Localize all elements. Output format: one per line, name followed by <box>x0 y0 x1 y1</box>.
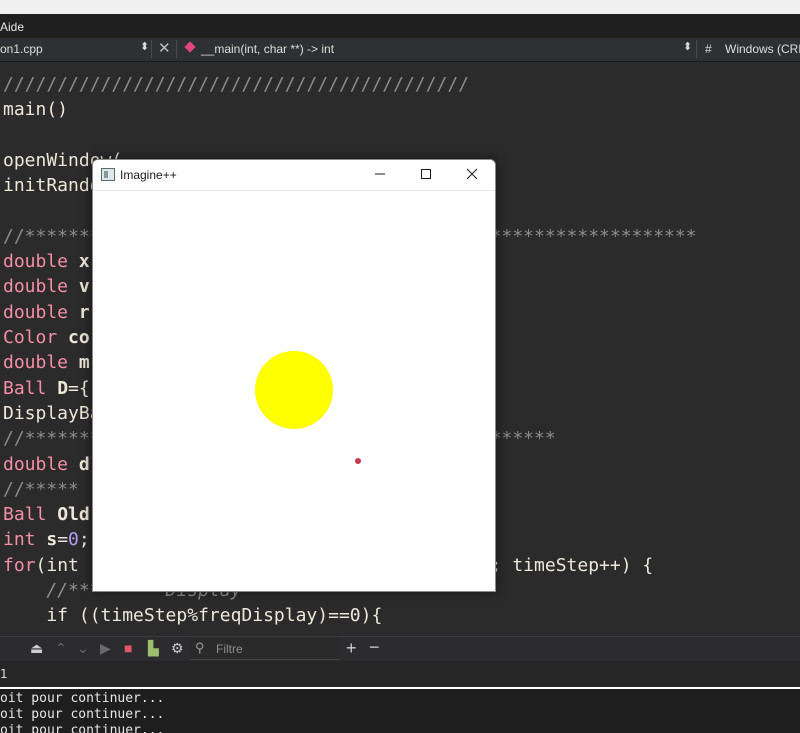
zoom-out-icon[interactable]: − <box>369 637 380 658</box>
code-line: ////////////////////////////////////////… <box>3 72 469 97</box>
code-token: DisplayBa <box>3 402 101 424</box>
code-line: //***** <box>3 477 79 502</box>
code-token: D <box>57 377 69 399</box>
file-selector-arrows-icon[interactable]: ⬍ <box>140 40 149 53</box>
code-token: = <box>57 529 69 551</box>
app-icon <box>101 168 115 181</box>
code-token: double <box>3 276 79 298</box>
code-token: double <box>3 251 79 273</box>
code-line: double x <box>3 249 90 274</box>
output-tab[interactable]: 1 <box>0 667 8 681</box>
code-line: Ball Old <box>3 502 90 527</box>
red-dot <box>355 458 361 464</box>
code-line: double d <box>3 452 90 477</box>
function-selector-arrows-icon[interactable]: ⬍ <box>683 40 692 53</box>
code-token: s <box>46 529 58 551</box>
code-line: double m <box>3 350 90 375</box>
stop-icon[interactable]: ■ <box>124 640 132 656</box>
chevron-up-icon[interactable]: ⌃ <box>55 640 67 657</box>
application-output: oit pour continuer... oit pour continuer.… <box>0 689 800 733</box>
output-line: oit pour continuer... <box>0 691 165 706</box>
run-icon[interactable]: ▶ <box>100 640 111 657</box>
filter-field[interactable]: ⚲ Filtre <box>190 638 340 660</box>
code-token: double <box>3 301 79 323</box>
code-token: 0 <box>68 529 79 551</box>
yellow-ball <box>255 351 333 429</box>
code-token: double <box>3 453 79 475</box>
code-token: Ball <box>3 504 58 526</box>
clean-icon[interactable]: ⏏ <box>30 640 43 657</box>
code-line: main() <box>3 97 68 122</box>
line-ending-selector[interactable]: Windows (CRL <box>725 42 800 56</box>
code-line: double v <box>3 274 90 299</box>
zoom-in-icon[interactable]: + <box>346 638 357 659</box>
output-line: oit pour continuer... <box>0 723 165 733</box>
minimize-icon <box>375 173 385 175</box>
search-icon: ⚲ <box>195 640 205 655</box>
code-line: if ((timeStep%freqDisplay)==0){ <box>3 603 382 628</box>
code-line: DisplayBa <box>3 401 101 426</box>
imagine-window[interactable]: Imagine++ <box>92 159 496 592</box>
code-token: r <box>78 301 90 323</box>
code-line: double r <box>3 300 90 325</box>
code-token: ={ <box>68 377 90 399</box>
function-symbol-icon <box>184 41 196 56</box>
filter-placeholder: Filtre <box>216 642 243 656</box>
menu-help[interactable]: Aide <box>0 20 24 34</box>
maximize-button[interactable] <box>403 160 449 190</box>
output-line: oit pour continuer... <box>0 707 165 722</box>
code-line: int s=0; <box>3 527 90 552</box>
drawing-canvas[interactable] <box>93 191 495 591</box>
code-token: //***** <box>3 478 79 500</box>
attach-icon[interactable]: ▙ <box>148 640 159 657</box>
maximize-icon <box>421 169 431 179</box>
minimize-button[interactable] <box>357 160 403 190</box>
code-token: int <box>3 529 47 551</box>
output-toolbar: ⏏ ⌃ ⌄ ▶ ■ ▙ ⚙ ⚲ Filtre + − <box>0 636 800 661</box>
code-token: x <box>78 251 90 273</box>
close-icon <box>466 168 478 180</box>
code-token: double <box>3 352 79 374</box>
code-token: v <box>78 276 90 298</box>
divider <box>696 40 697 58</box>
close-button[interactable] <box>449 160 495 190</box>
code-token: m <box>78 352 90 374</box>
top-strip <box>0 0 800 14</box>
divider <box>151 40 152 58</box>
code-token: co <box>68 327 90 348</box>
window-titlebar[interactable]: Imagine++ <box>93 160 495 191</box>
function-selector[interactable]: __main(int, char **) -> int <box>201 42 334 56</box>
hash-label: # <box>705 42 712 56</box>
editor-nav-bar: on1.cpp ⬍ ✕ __main(int, char **) -> int … <box>0 38 800 62</box>
code-token: ////////////////////////////////////////… <box>3 74 469 95</box>
window-title: Imagine++ <box>120 168 177 182</box>
output-tab-row: 1 <box>0 661 800 689</box>
gear-icon[interactable]: ⚙ <box>171 640 184 657</box>
code-line: Ball D={ <box>3 376 90 401</box>
code-token: Color <box>3 327 69 348</box>
code-token: Ball <box>3 377 58 399</box>
menu-bar: Aide <box>0 14 800 38</box>
code-token: ; <box>78 529 90 551</box>
code-token: main() <box>3 99 69 121</box>
divider <box>176 40 177 58</box>
code-token: if ((timeStep%freqDisplay)==0){ <box>3 605 383 627</box>
close-file-icon[interactable]: ✕ <box>158 39 171 57</box>
code-token: Old <box>57 504 90 526</box>
file-selector[interactable]: on1.cpp <box>0 42 43 56</box>
code-token: d <box>78 453 90 475</box>
code-line: Color co <box>3 325 90 350</box>
chevron-down-icon[interactable]: ⌄ <box>77 640 89 657</box>
code-token: for <box>3 554 36 576</box>
